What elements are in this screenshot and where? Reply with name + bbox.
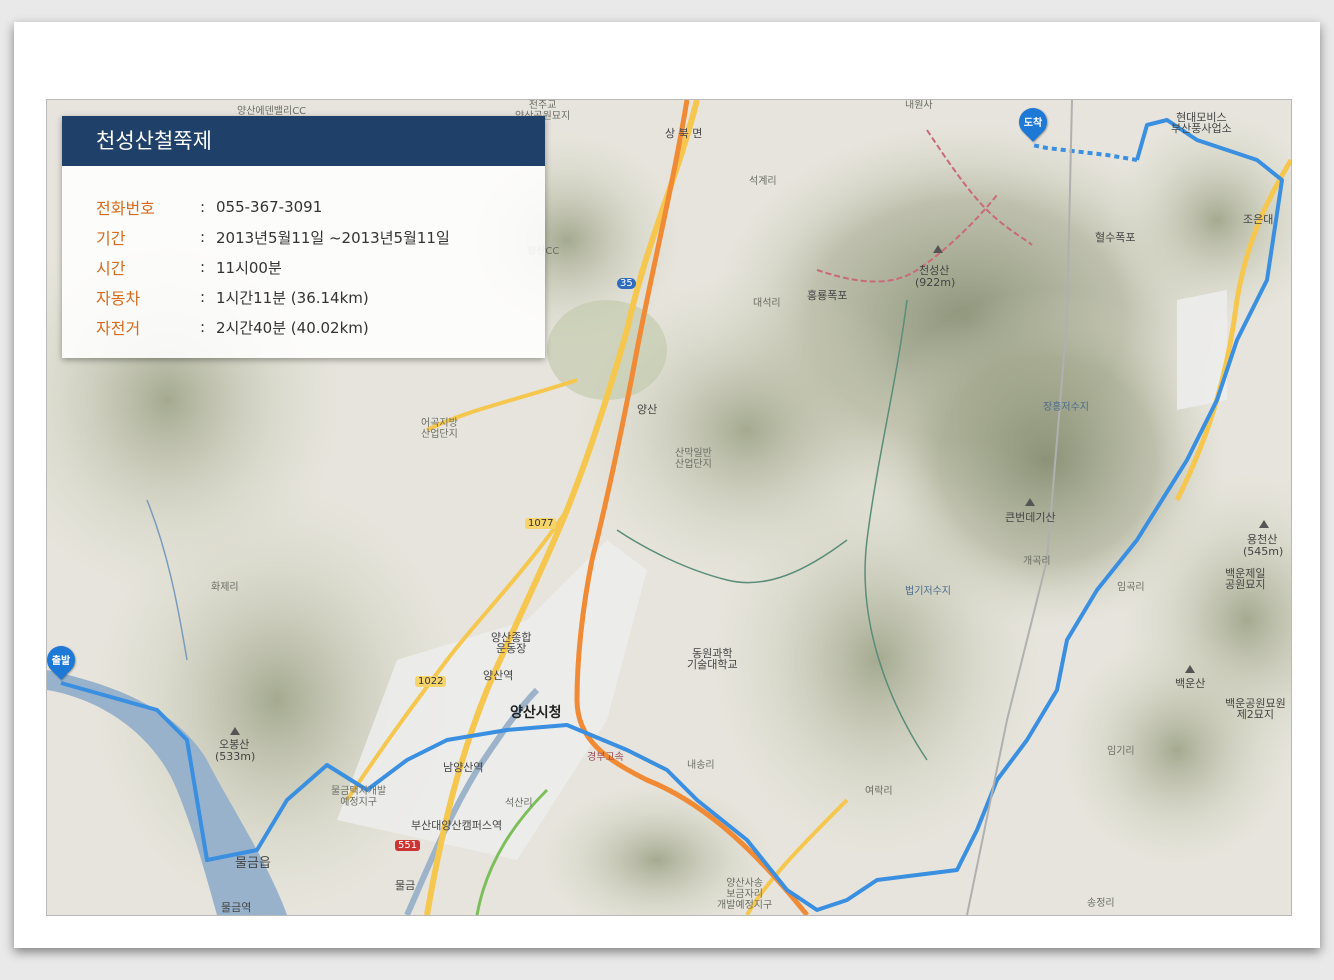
info-value: 2013년5월11일 ~2013년5월11일: [216, 228, 450, 247]
label-gaegok[interactable]: 개곡리: [1023, 556, 1051, 567]
info-label: 자동차: [96, 289, 141, 308]
label-yongcheonsan-height: (545m): [1243, 545, 1284, 558]
label-pnu-station[interactable]: 부산대양산캠퍼스역: [411, 820, 502, 831]
label-daeseok[interactable]: 대석리: [753, 298, 781, 309]
info-value: 055-367-3091: [216, 198, 323, 216]
info-row-phone: 전화번호 : 055-367-3091: [96, 192, 450, 222]
peak-icon: [1185, 665, 1195, 673]
label-naesong[interactable]: 내송리: [687, 760, 715, 771]
label-hyeolsu[interactable]: 혈수폭포: [1095, 232, 1135, 243]
info-row-car: 자동차 : 1시간11분 (36.14km): [96, 282, 450, 312]
info-value: 2시간40분 (40.02km): [216, 318, 369, 337]
label-baegun-jeil[interactable]: 백운제일 공원묘지: [1225, 568, 1265, 590]
label-cheonseongsan-height: (922m): [915, 276, 956, 289]
label-sports-complex[interactable]: 양산종합 운동장: [491, 632, 531, 654]
peak-icon: [933, 245, 943, 253]
label-namyangsan-station[interactable]: 남양산역: [443, 762, 483, 773]
info-separator: :: [200, 258, 206, 276]
label-baegun-cemetery[interactable]: 백운공원묘원 제2묘지: [1225, 698, 1286, 720]
label-sangbuk[interactable]: 상 북 면: [665, 128, 702, 139]
label-naewon[interactable]: 내원사: [905, 100, 933, 111]
label-city-hall[interactable]: 양산시청: [510, 706, 562, 720]
label-baegunsan[interactable]: 백운산: [1175, 678, 1205, 689]
peak-icon: [1025, 498, 1035, 506]
label-mulgeum-station[interactable]: 물금역: [221, 902, 251, 913]
info-list: 전화번호 : 055-367-3091 기간 : 2013년5월11일 ~201…: [96, 192, 450, 342]
label-seokgye[interactable]: 석계리: [749, 176, 777, 187]
label-hwaje[interactable]: 화제리: [211, 582, 239, 593]
info-row-period: 기간 : 2013년5월11일 ~2013년5월11일: [96, 222, 450, 252]
route-shield-1077: 1077: [525, 518, 557, 529]
info-separator: :: [200, 318, 206, 336]
label-janghyeung-reservoir[interactable]: 장흥저수지: [1043, 402, 1089, 413]
info-separator: :: [200, 288, 206, 306]
info-panel: 천성산철쭉제 전화번호 : 055-367-3091 기간 : 2013년5월1…: [62, 116, 545, 358]
label-yongcheonsan[interactable]: 용천산: [1247, 534, 1277, 545]
label-new-town[interactable]: 물금택지개발 예정지구: [331, 786, 386, 808]
label-beopgi-reservoir[interactable]: 법기저수지: [905, 586, 951, 597]
info-label: 자전거: [96, 319, 141, 338]
label-songjeong[interactable]: 송정리: [1087, 898, 1115, 909]
label-mulgeum-eup[interactable]: 물금읍: [235, 857, 271, 870]
label-imgi[interactable]: 임기리: [1107, 746, 1135, 757]
route-shield-1022: 1022: [415, 676, 447, 687]
info-value: 11시00분: [216, 258, 282, 277]
info-row-time: 시간 : 11시00분: [96, 252, 450, 282]
label-gyeongbu-highway: 경부고속: [587, 752, 624, 763]
info-label: 기간: [96, 229, 126, 248]
panel-title: 천성산철쭉제: [62, 116, 545, 166]
label-imgok[interactable]: 임곡리: [1117, 582, 1145, 593]
label-jowon[interactable]: 조은대: [1243, 214, 1273, 225]
info-label: 전화번호: [96, 199, 155, 218]
label-heungnyong[interactable]: 홍룡폭포: [807, 290, 847, 301]
info-row-bicycle: 자전거 : 2시간40분 (40.02km): [96, 312, 450, 342]
label-obongsan[interactable]: 오봉산: [219, 739, 249, 750]
info-label: 시간: [96, 259, 126, 278]
label-yangsan-station[interactable]: 양산역: [483, 670, 513, 681]
label-keunbeondegisan[interactable]: 큰번데기산: [1005, 512, 1056, 523]
end-marker[interactable]: 도착: [1013, 102, 1053, 150]
label-hyundai-mobis[interactable]: 현대모비스 부산풍사업소: [1171, 112, 1232, 134]
label-cheonseongsan[interactable]: 천성산: [919, 265, 949, 276]
label-ic-mulgeum[interactable]: 물금: [395, 880, 415, 891]
route-shield-35: 35: [617, 278, 636, 289]
label-seoksan[interactable]: 석산리: [505, 798, 533, 809]
label-sanmak-industrial[interactable]: 산막일반 산업단지: [675, 448, 712, 470]
route-shield-551: 551: [395, 840, 421, 851]
label-ic-yangsan[interactable]: 양산: [637, 404, 657, 415]
label-bogeum[interactable]: 양산사송 보금자리 개발예정지구: [717, 878, 772, 911]
start-marker[interactable]: 출발: [47, 640, 81, 688]
info-separator: :: [200, 198, 206, 216]
label-yeorak[interactable]: 여락리: [865, 786, 893, 797]
peak-icon: [230, 727, 240, 735]
end-marker-label: 도착: [1023, 118, 1043, 129]
start-marker-label: 출발: [51, 656, 71, 667]
label-obongsan-height: (533m): [215, 750, 256, 763]
peak-icon: [1259, 520, 1269, 528]
info-separator: :: [200, 228, 206, 246]
label-eogok-industrial[interactable]: 어곡지방 산업단지: [421, 418, 458, 440]
info-value: 1시간11분 (36.14km): [216, 288, 369, 307]
label-dongwon-college[interactable]: 동원과학 기술대학교: [687, 648, 738, 670]
